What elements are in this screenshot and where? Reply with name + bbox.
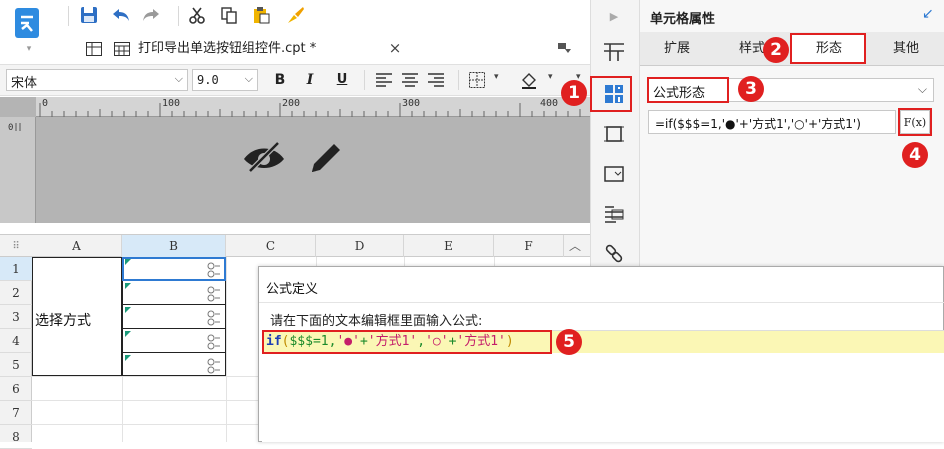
merged-cell[interactable]: 选择方式 <box>32 257 122 376</box>
widget-settings-icon[interactable] <box>600 120 628 148</box>
vertical-ruler: 0 <box>0 117 36 223</box>
font-size-value: 9.0 <box>197 73 219 87</box>
horizontal-ruler: 0 100 200 300 400 <box>36 97 590 117</box>
step-badge-4: 4 <box>902 142 928 168</box>
column-header[interactable]: C <box>226 235 316 257</box>
hyperlink-icon[interactable] <box>600 240 628 268</box>
tab-close-icon[interactable]: × <box>387 38 403 58</box>
hide-visibility-icon[interactable] <box>240 135 288 179</box>
panel-collapse-icon[interactable]: ↙ <box>922 6 934 22</box>
ruler-tick-label: 0 <box>42 98 49 109</box>
tab-expand[interactable]: 扩展 <box>640 36 714 62</box>
row-header[interactable]: 3 <box>0 305 32 329</box>
dialog-title-divider <box>259 302 944 303</box>
undo-icon[interactable] <box>110 4 132 26</box>
edit-pencil-icon[interactable] <box>302 135 350 181</box>
row-header[interactable]: 8 <box>0 425 32 449</box>
select-all-grid-icon[interactable]: ⠿ <box>0 235 32 257</box>
row-header-selected[interactable]: 1 <box>0 257 32 281</box>
tab-title[interactable]: 打印导出单选按钮组控件.cpt * <box>138 40 316 58</box>
widget-form-icon[interactable] <box>600 160 628 188</box>
highlight-form-tab <box>790 33 866 64</box>
step-badge-5: 5 <box>556 329 582 355</box>
step-badge-3: 3 <box>738 76 764 102</box>
highlight-attr-icon <box>590 76 632 112</box>
radio-widget-marks <box>125 259 220 374</box>
column-header[interactable]: F <box>494 235 564 257</box>
align-left-icon[interactable] <box>374 70 394 90</box>
format-brush-icon[interactable] <box>284 4 306 26</box>
column-header[interactable]: E <box>404 235 494 257</box>
tab-other[interactable]: 其他 <box>868 36 944 62</box>
row-header[interactable]: 6 <box>0 377 32 401</box>
ruler-tick-label: 200 <box>282 98 301 109</box>
ruler-tick-label: 100 <box>162 98 181 109</box>
toolbar-separator <box>68 6 69 26</box>
row-header[interactable]: 7 <box>0 401 32 425</box>
sheet-grid-icon[interactable] <box>84 40 104 58</box>
dialog-title: 公式定义 <box>266 282 319 297</box>
chevron-down-icon[interactable]: ▾ <box>548 72 553 82</box>
highlight-fx-button <box>898 108 932 136</box>
font-family-select[interactable]: 宋体 ⌵ <box>6 69 188 91</box>
border-icon[interactable] <box>466 70 488 90</box>
dialog-prompt: 请在下面的文本编辑框里面输入公式: <box>270 314 483 329</box>
grid-line <box>226 257 227 442</box>
row-header[interactable]: 4 <box>0 329 32 353</box>
collapse-panel-icon[interactable]: ▶ <box>604 6 624 26</box>
column-header[interactable]: D <box>316 235 404 257</box>
formula-input-value: =if($$$=1,'●'+'方式1','○'+'方式1') <box>655 117 861 131</box>
formula-input[interactable]: =if($$$=1,'●'+'方式1','○'+'方式1') <box>648 110 896 134</box>
format-separator <box>458 70 459 90</box>
fill-color-icon[interactable] <box>518 70 540 90</box>
copy-icon[interactable] <box>218 4 240 26</box>
chevron-down-icon[interactable]: ▾ <box>494 72 499 82</box>
highlight-form-select <box>647 77 729 103</box>
paste-icon[interactable] <box>250 4 272 26</box>
highlight-formula-code <box>262 330 552 354</box>
app-logo[interactable] <box>12 6 42 40</box>
format-separator <box>364 70 365 90</box>
row-header[interactable]: 5 <box>0 353 32 377</box>
step-badge-1: 1 <box>561 80 587 106</box>
ruler-tick-label: 300 <box>402 98 421 109</box>
row-header[interactable]: 2 <box>0 281 32 305</box>
save-icon[interactable] <box>78 4 100 26</box>
chevron-down-icon: ⌵ <box>174 72 183 85</box>
pin-panel-icon[interactable] <box>556 40 574 58</box>
redo-icon[interactable] <box>140 4 162 26</box>
chevron-down-icon: ⌵ <box>917 82 927 96</box>
cell-element-icon[interactable] <box>600 38 628 66</box>
ruler-tick-label: 400 <box>540 98 559 109</box>
logo-dropdown-icon[interactable]: ▾ <box>24 44 34 54</box>
step-badge-2: 2 <box>763 37 789 63</box>
bold-button[interactable]: B <box>270 70 290 90</box>
condition-attr-icon[interactable] <box>600 200 628 228</box>
scroll-up-icon[interactable]: ︿ <box>566 236 584 254</box>
toolbar-separator <box>178 6 179 26</box>
align-right-icon[interactable] <box>426 70 446 90</box>
italic-button[interactable]: I <box>300 70 320 90</box>
panel-title: 单元格属性 <box>650 12 716 27</box>
align-center-icon[interactable] <box>400 70 420 90</box>
merged-cell-text: 选择方式 <box>35 313 91 329</box>
vertical-ruler-label: 0 <box>8 123 14 133</box>
report-file-icon <box>112 40 132 58</box>
column-header[interactable]: A <box>32 235 122 257</box>
underline-button[interactable]: U <box>332 70 352 90</box>
font-family-value: 宋体 <box>11 76 38 91</box>
chevron-down-icon: ⌵ <box>244 72 253 85</box>
font-size-select[interactable]: 9.0 ⌵ <box>192 69 258 91</box>
column-header-selected[interactable]: B <box>122 235 226 257</box>
cut-icon[interactable] <box>186 4 208 26</box>
